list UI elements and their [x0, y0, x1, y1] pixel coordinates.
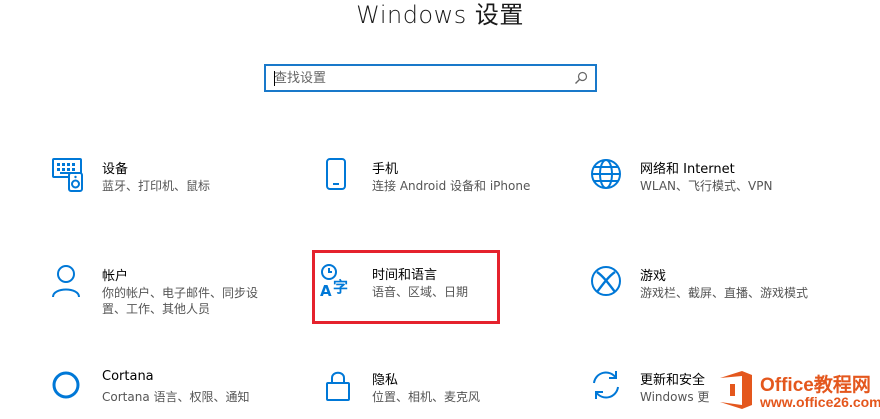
settings-item-devices[interactable]: 设备 蓝牙、打印机、鼠标	[52, 158, 272, 202]
settings-item-desc: 位置、相机、麦克风	[372, 390, 481, 404]
text-caret	[274, 71, 275, 86]
update-icon	[593, 371, 619, 399]
settings-item-title: 更新和安全	[640, 373, 706, 388]
office-logo-icon	[720, 371, 752, 409]
settings-item-gaming[interactable]: 游戏 游戏栏、截屏、直播、游戏模式	[590, 265, 830, 309]
person-icon	[52, 265, 80, 298]
search-icon[interactable]	[574, 71, 588, 85]
highlight-box	[312, 250, 500, 324]
settings-item-title: 游戏	[640, 269, 667, 284]
settings-item-accounts[interactable]: 帐户 你的帐户、电子邮件、同步设 置、工作、其他人员	[52, 265, 282, 321]
settings-item-desc: 连接 Android 设备和 iPhone	[372, 179, 531, 193]
settings-item-privacy[interactable]: 隐私 位置、相机、麦克风	[322, 369, 522, 413]
settings-item-desc: 游戏栏、截屏、直播、游戏模式	[640, 286, 809, 300]
settings-item-desc: Cortana 语言、权限、通知	[102, 390, 250, 404]
settings-item-network[interactable]: 网络和 Internet WLAN、飞行模式、VPN	[590, 158, 820, 202]
settings-item-title: 帐户	[102, 269, 129, 284]
settings-item-title: 网络和 Internet	[640, 162, 735, 177]
lock-icon	[326, 371, 350, 401]
watermark: Office教程网 www.office26.com	[714, 368, 880, 419]
settings-item-title: 隐私	[372, 373, 399, 388]
page-title: Windows 设置	[356, 1, 524, 29]
search-box[interactable]	[264, 64, 597, 92]
settings-item-title: 手机	[372, 162, 399, 177]
watermark-title: Office教程网	[760, 375, 871, 396]
search-input[interactable]	[274, 66, 574, 90]
settings-item-title: 设备	[102, 162, 129, 177]
xbox-icon	[591, 266, 621, 296]
settings-item-title: Cortana	[102, 369, 154, 384]
watermark-url: www.office26.com	[760, 394, 880, 410]
settings-item-cortana[interactable]: Cortana Cortana 语言、权限、通知	[52, 369, 282, 413]
phone-icon	[326, 158, 346, 190]
settings-item-desc-line2: 置、工作、其他人员	[102, 302, 211, 316]
settings-item-desc: Windows 更	[640, 390, 710, 404]
globe-icon	[591, 159, 621, 189]
settings-item-desc-line1: 你的帐户、电子邮件、同步设	[102, 286, 259, 300]
cortana-icon	[52, 371, 80, 399]
settings-item-desc: WLAN、飞行模式、VPN	[640, 179, 773, 193]
settings-item-phone[interactable]: 手机 连接 Android 设备和 iPhone	[322, 158, 552, 202]
settings-item-desc: 蓝牙、打印机、鼠标	[102, 179, 211, 193]
devices-icon	[52, 158, 83, 192]
